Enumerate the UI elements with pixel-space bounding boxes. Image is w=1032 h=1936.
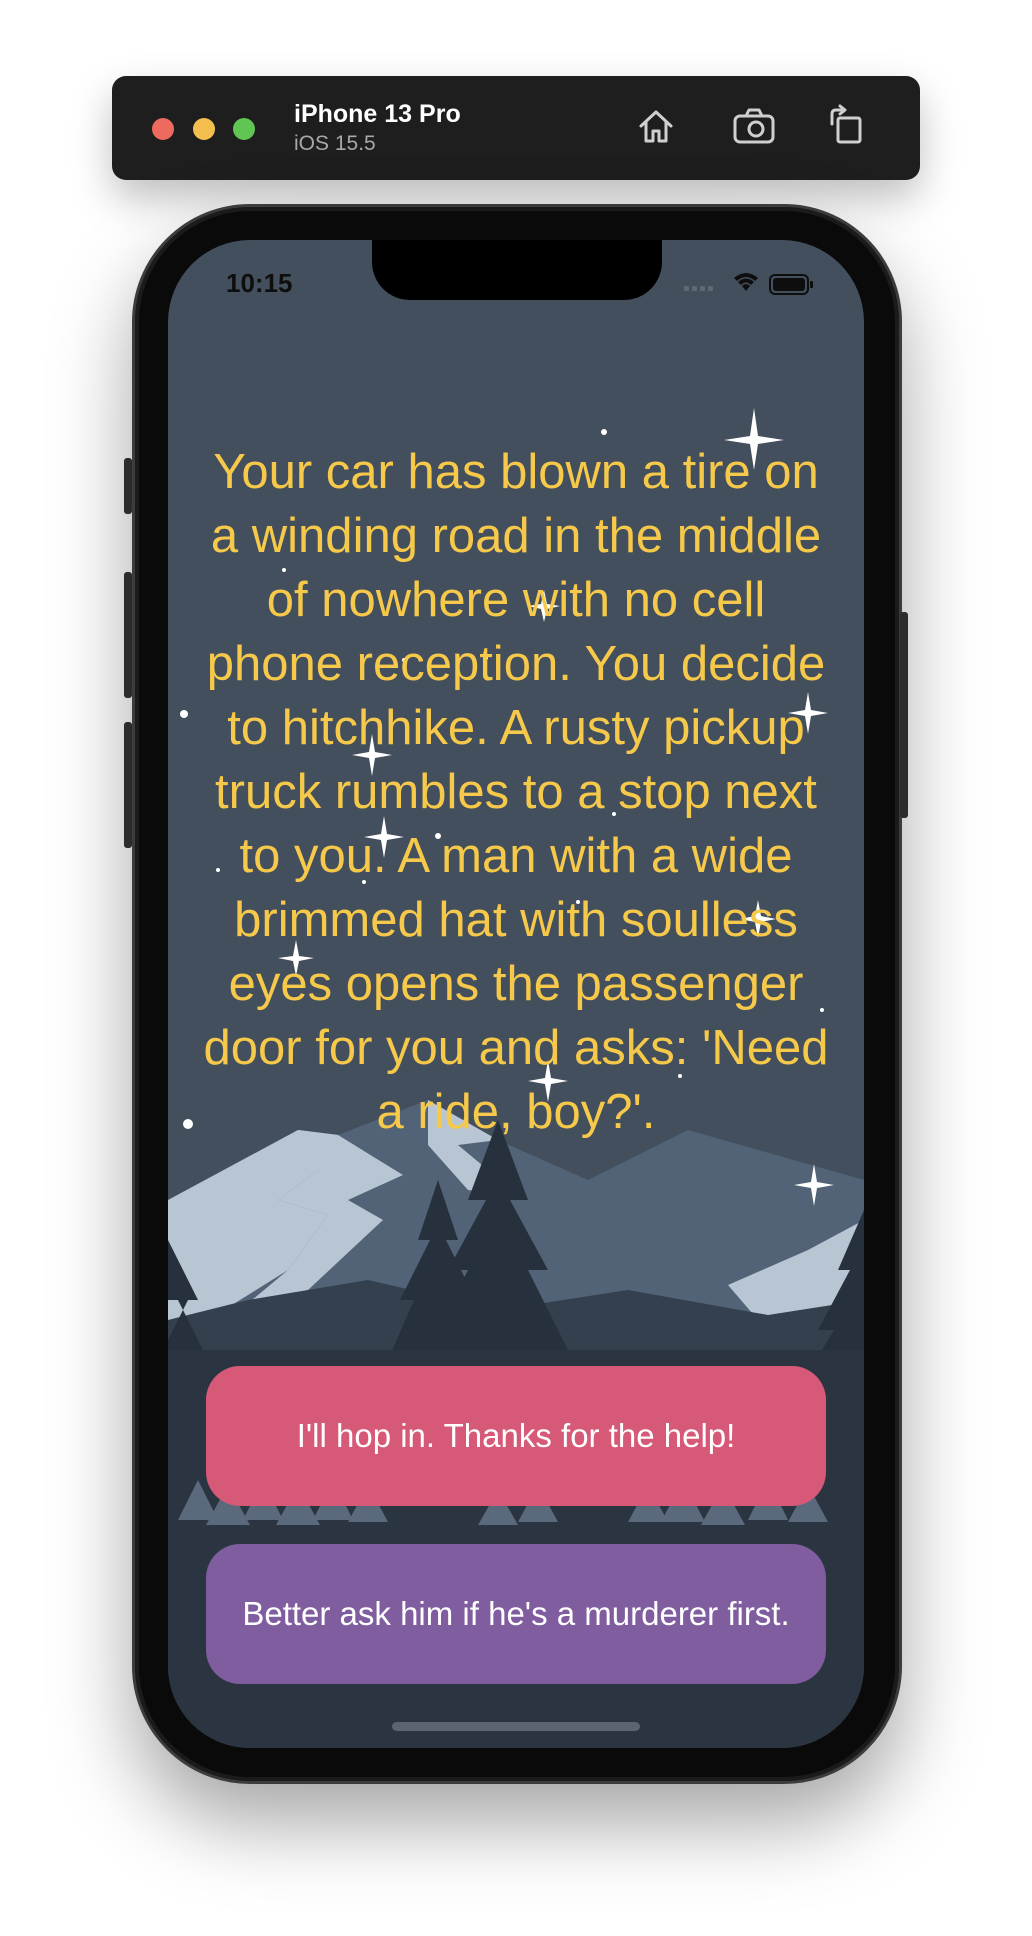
wifi-icon <box>734 273 758 291</box>
home-indicator[interactable] <box>392 1722 640 1731</box>
camera-notch <box>372 240 662 300</box>
choice-ask-murderer-button[interactable]: Better ask him if he's a murderer first. <box>206 1544 826 1684</box>
volume-up-button[interactable] <box>124 572 132 698</box>
zoom-window-button[interactable] <box>233 118 255 140</box>
screenshot-icon[interactable] <box>732 104 776 148</box>
app-screen: 10:15 Your car has blown a tire on a win… <box>168 240 864 1748</box>
power-button[interactable] <box>900 612 908 818</box>
signal-icon <box>684 286 713 291</box>
volume-down-button[interactable] <box>124 722 132 848</box>
choice-hop-in-button[interactable]: I'll hop in. Thanks for the help! <box>206 1366 826 1506</box>
status-time: 10:15 <box>226 268 293 298</box>
minimize-window-button[interactable] <box>193 118 215 140</box>
mute-switch[interactable] <box>124 458 132 514</box>
status-icons <box>680 270 830 298</box>
story-text: Your car has blown a tire on a winding r… <box>203 445 829 1139</box>
battery-icon <box>769 274 813 295</box>
os-version: iOS 15.5 <box>294 132 376 155</box>
home-icon[interactable] <box>634 104 678 148</box>
close-window-button[interactable] <box>152 118 174 140</box>
rotate-icon[interactable] <box>824 104 868 148</box>
device-name: iPhone 13 Pro <box>294 100 461 128</box>
